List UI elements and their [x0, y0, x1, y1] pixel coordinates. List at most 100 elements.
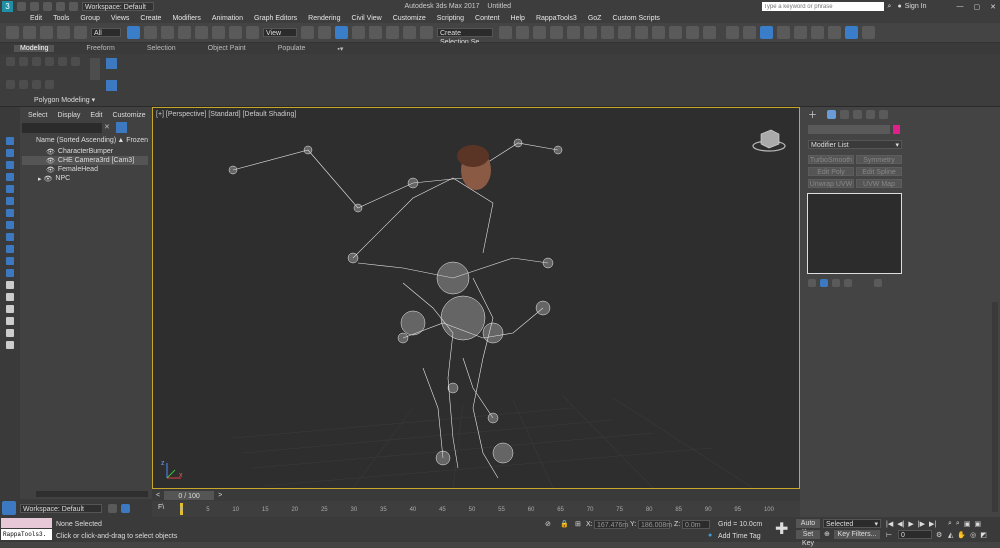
unlink-icon[interactable]: [57, 26, 70, 39]
add-time-tag[interactable]: Add Time Tag: [718, 533, 761, 540]
maxscript-listener-top[interactable]: [1, 518, 52, 528]
selection-lock-icon[interactable]: 🔒: [560, 520, 569, 528]
menu-rendering[interactable]: Rendering: [308, 15, 340, 22]
new-file-icon[interactable]: [17, 2, 26, 11]
search-input[interactable]: [761, 2, 884, 11]
open-file-icon[interactable]: [30, 2, 39, 11]
menu-edit[interactable]: Edit: [30, 15, 42, 22]
layer-icon[interactable]: [6, 341, 14, 349]
redo-icon[interactable]: [23, 26, 36, 39]
symmetry-button[interactable]: Symmetry: [856, 155, 902, 164]
go-to-start-icon[interactable]: |◀: [886, 520, 893, 528]
x-coordinate-field[interactable]: 167.476m: [594, 520, 628, 529]
pin-stack-icon[interactable]: [808, 279, 816, 287]
menu-goz[interactable]: GoZ: [588, 15, 602, 22]
menu-customize[interactable]: Customize: [393, 15, 426, 22]
zoom-all-icon[interactable]: ⌕: [956, 520, 960, 528]
object-color-swatch[interactable]: [893, 125, 900, 134]
sign-in-link[interactable]: Sign In: [905, 3, 927, 10]
search-icon[interactable]: ⌕: [888, 3, 892, 11]
maximize-button[interactable]: ▢: [974, 3, 981, 11]
script-tool-2-icon[interactable]: [743, 26, 756, 39]
tab-freeform[interactable]: Freeform: [86, 45, 114, 52]
zoom-extents-all-icon[interactable]: ▣: [974, 520, 981, 528]
key-mode-toggle-icon[interactable]: ⊢: [886, 531, 892, 539]
select-by-name-icon[interactable]: [144, 26, 157, 39]
show-end-result-icon[interactable]: [32, 80, 41, 89]
motion-tab-icon[interactable]: [853, 109, 863, 119]
zoom-extents-icon[interactable]: ▣: [964, 520, 971, 528]
close-button[interactable]: ✕: [990, 3, 996, 11]
visibility-eye-icon[interactable]: 👁: [46, 157, 55, 165]
display-shapes-icon[interactable]: [6, 161, 14, 169]
visibility-eye-icon[interactable]: 👁: [46, 148, 55, 156]
display-helpers-icon[interactable]: [6, 197, 14, 205]
make-unique-icon[interactable]: [832, 279, 840, 287]
display-lights-icon[interactable]: [6, 173, 14, 181]
edit-spline-button[interactable]: Edit Spline: [856, 167, 902, 176]
link-icon[interactable]: [40, 26, 53, 39]
script-tool-8-icon[interactable]: [845, 26, 858, 39]
field-of-view-icon[interactable]: ◭: [948, 531, 953, 539]
edit-poly-button[interactable]: Edit Poly: [808, 167, 854, 176]
modify-mode-icon[interactable]: [6, 57, 15, 66]
scene-explorer-toggle-icon[interactable]: [121, 503, 130, 513]
collapse-stack-icon[interactable]: [6, 80, 15, 89]
minimize-button[interactable]: —: [957, 3, 964, 10]
clear-search-icon[interactable]: ✕: [104, 123, 110, 131]
display-all-icon[interactable]: [6, 293, 14, 301]
menu-views[interactable]: Views: [111, 15, 130, 22]
visibility-eye-icon[interactable]: 👁: [44, 175, 53, 183]
visibility-eye-icon[interactable]: 👁: [46, 166, 55, 174]
zoom-icon[interactable]: ⌕: [948, 520, 952, 528]
time-slider-next-icon[interactable]: >: [218, 492, 222, 499]
percent-snap-icon[interactable]: [386, 26, 399, 39]
filter-funnel-icon[interactable]: [116, 122, 127, 133]
z-coordinate-field[interactable]: 0.0m: [682, 520, 710, 529]
undo-icon[interactable]: [56, 2, 65, 11]
render-in-cloud-icon[interactable]: [686, 26, 699, 39]
script-tool-5-icon[interactable]: [794, 26, 807, 39]
app-logo-icon[interactable]: 3: [2, 1, 13, 12]
workspace-selector[interactable]: Workspace: Default: [20, 503, 102, 513]
explorer-menu-icon[interactable]: [2, 501, 16, 515]
time-slider-prev-icon[interactable]: <: [156, 492, 160, 499]
use-stack-icon[interactable]: [19, 80, 28, 89]
list-item[interactable]: ▸ 👁 NPC: [22, 174, 148, 183]
rectangular-selection-icon[interactable]: [161, 26, 174, 39]
undo-icon[interactable]: [6, 26, 19, 39]
key-filters-icon[interactable]: ⊕: [824, 530, 830, 538]
script-tool-4-icon[interactable]: [777, 26, 790, 39]
explorer-menu-select[interactable]: Select: [28, 112, 47, 119]
column-name-header[interactable]: Name (Sorted Ascending): [36, 137, 116, 144]
move-icon[interactable]: [195, 26, 208, 39]
next-frame-icon[interactable]: |▶: [918, 520, 925, 528]
named-selection-set-dropdown[interactable]: Create Selection Se: [437, 28, 493, 46]
panel-scrollbar[interactable]: [992, 302, 998, 512]
tab-selection[interactable]: Selection: [147, 45, 176, 52]
align-icon[interactable]: [516, 26, 529, 39]
key-filters-button[interactable]: Key Filters...: [834, 530, 880, 539]
edit-named-selection-icon[interactable]: [420, 26, 433, 39]
auto-key-button[interactable]: Auto Key: [796, 519, 820, 536]
workspace-dropdown[interactable]: Workspace: Default: [82, 2, 154, 11]
spinner-snap-icon[interactable]: [403, 26, 416, 39]
isolate-selection-icon[interactable]: ⊘: [545, 520, 551, 528]
tab-object-paint[interactable]: Object Paint: [208, 45, 246, 52]
time-slider-thumb[interactable]: 0 / 100: [164, 490, 215, 500]
set-key-icon[interactable]: ✚: [775, 519, 788, 539]
render-production-icon[interactable]: [652, 26, 665, 39]
display-xrefs-icon[interactable]: [6, 233, 14, 241]
curve-editor-icon[interactable]: [567, 26, 580, 39]
display-tab-icon[interactable]: [866, 109, 876, 119]
edge-mode-icon[interactable]: [32, 57, 41, 66]
script-tool-1-icon[interactable]: [726, 26, 739, 39]
set-key-button[interactable]: Set Key: [796, 530, 820, 547]
maxscript-listener[interactable]: RappaTools3.: [1, 529, 52, 540]
menu-rappatools3[interactable]: RappaTools3: [536, 15, 577, 22]
schematic-view-icon[interactable]: [584, 26, 597, 39]
expand-arrow-icon[interactable]: ▸: [38, 175, 42, 183]
turbosmooth-button[interactable]: TurboSmooth: [808, 155, 854, 164]
menu-tools[interactable]: Tools: [53, 15, 69, 22]
menu-create[interactable]: Create: [140, 15, 161, 22]
